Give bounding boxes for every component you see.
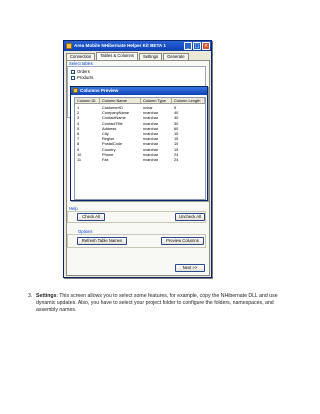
close-button[interactable]: × xyxy=(202,42,210,50)
caption-text: Settings: This screen allows you to sele… xyxy=(36,293,294,314)
table-cell: 24 xyxy=(174,157,179,162)
tab-settings[interactable]: Settings xyxy=(138,53,163,60)
checkbox-orders[interactable]: ✓ xyxy=(71,69,75,74)
popup-title-bar[interactable]: Columns Preview xyxy=(71,87,207,95)
check-all-button[interactable]: Check All xyxy=(77,213,105,221)
table-cell: Fax xyxy=(102,157,109,162)
column-header[interactable]: Column Type xyxy=(141,98,172,103)
tab-tables-columns[interactable]: Tables & Columns xyxy=(96,52,138,60)
popup-title: Columns Preview xyxy=(80,88,119,93)
tab-strip: Connection Tables & Columns Settings Gen… xyxy=(66,52,190,60)
table-row[interactable]: 11 Fax nvarchar 24 xyxy=(75,157,205,162)
table-name: Orders xyxy=(77,69,90,74)
column-header[interactable]: Column Length xyxy=(172,98,205,103)
preview-columns-button[interactable]: Preview Columns xyxy=(161,237,204,245)
minimize-button[interactable]: _ xyxy=(184,42,192,50)
columns-grid[interactable]: Column ID Column Name Column Type Column… xyxy=(74,97,206,200)
next-button[interactable]: Next >> xyxy=(175,264,205,272)
app-icon xyxy=(66,43,72,49)
tab-connection[interactable]: Connection xyxy=(66,53,96,60)
columns-preview-window: Columns Preview Column ID Column Name Co… xyxy=(70,86,208,201)
refresh-table-names-button[interactable]: Refresh Table Names xyxy=(77,237,127,245)
maximize-button[interactable]: □ xyxy=(193,42,201,50)
popup-icon xyxy=(73,88,78,93)
title-bar[interactable]: Area Mobile NHibernate Helper Kit BETA 1… xyxy=(64,41,211,51)
uncheck-all-button[interactable]: Uncheck All xyxy=(175,213,205,221)
checkbox-products[interactable] xyxy=(71,75,75,80)
column-header[interactable]: Column Name xyxy=(100,98,141,103)
table-cell: nvarchar xyxy=(143,157,159,162)
caption-heading: Settings xyxy=(36,293,57,299)
window-title: Area Mobile NHibernate Helper Kit BETA 1 xyxy=(74,43,166,48)
grid-header: Column ID Column Name Column Type Column… xyxy=(75,98,205,104)
caption-description: : This screen allows you to select some … xyxy=(36,293,278,313)
column-header[interactable]: Column ID xyxy=(75,98,100,103)
table-cell: 11 xyxy=(77,157,82,162)
table-name: Products xyxy=(77,75,94,80)
step-number: 3. xyxy=(28,293,33,299)
list-item[interactable]: ✓ Orders xyxy=(71,69,90,74)
tab-generate[interactable]: Generate xyxy=(163,53,189,60)
list-item[interactable]: Products xyxy=(71,75,94,80)
